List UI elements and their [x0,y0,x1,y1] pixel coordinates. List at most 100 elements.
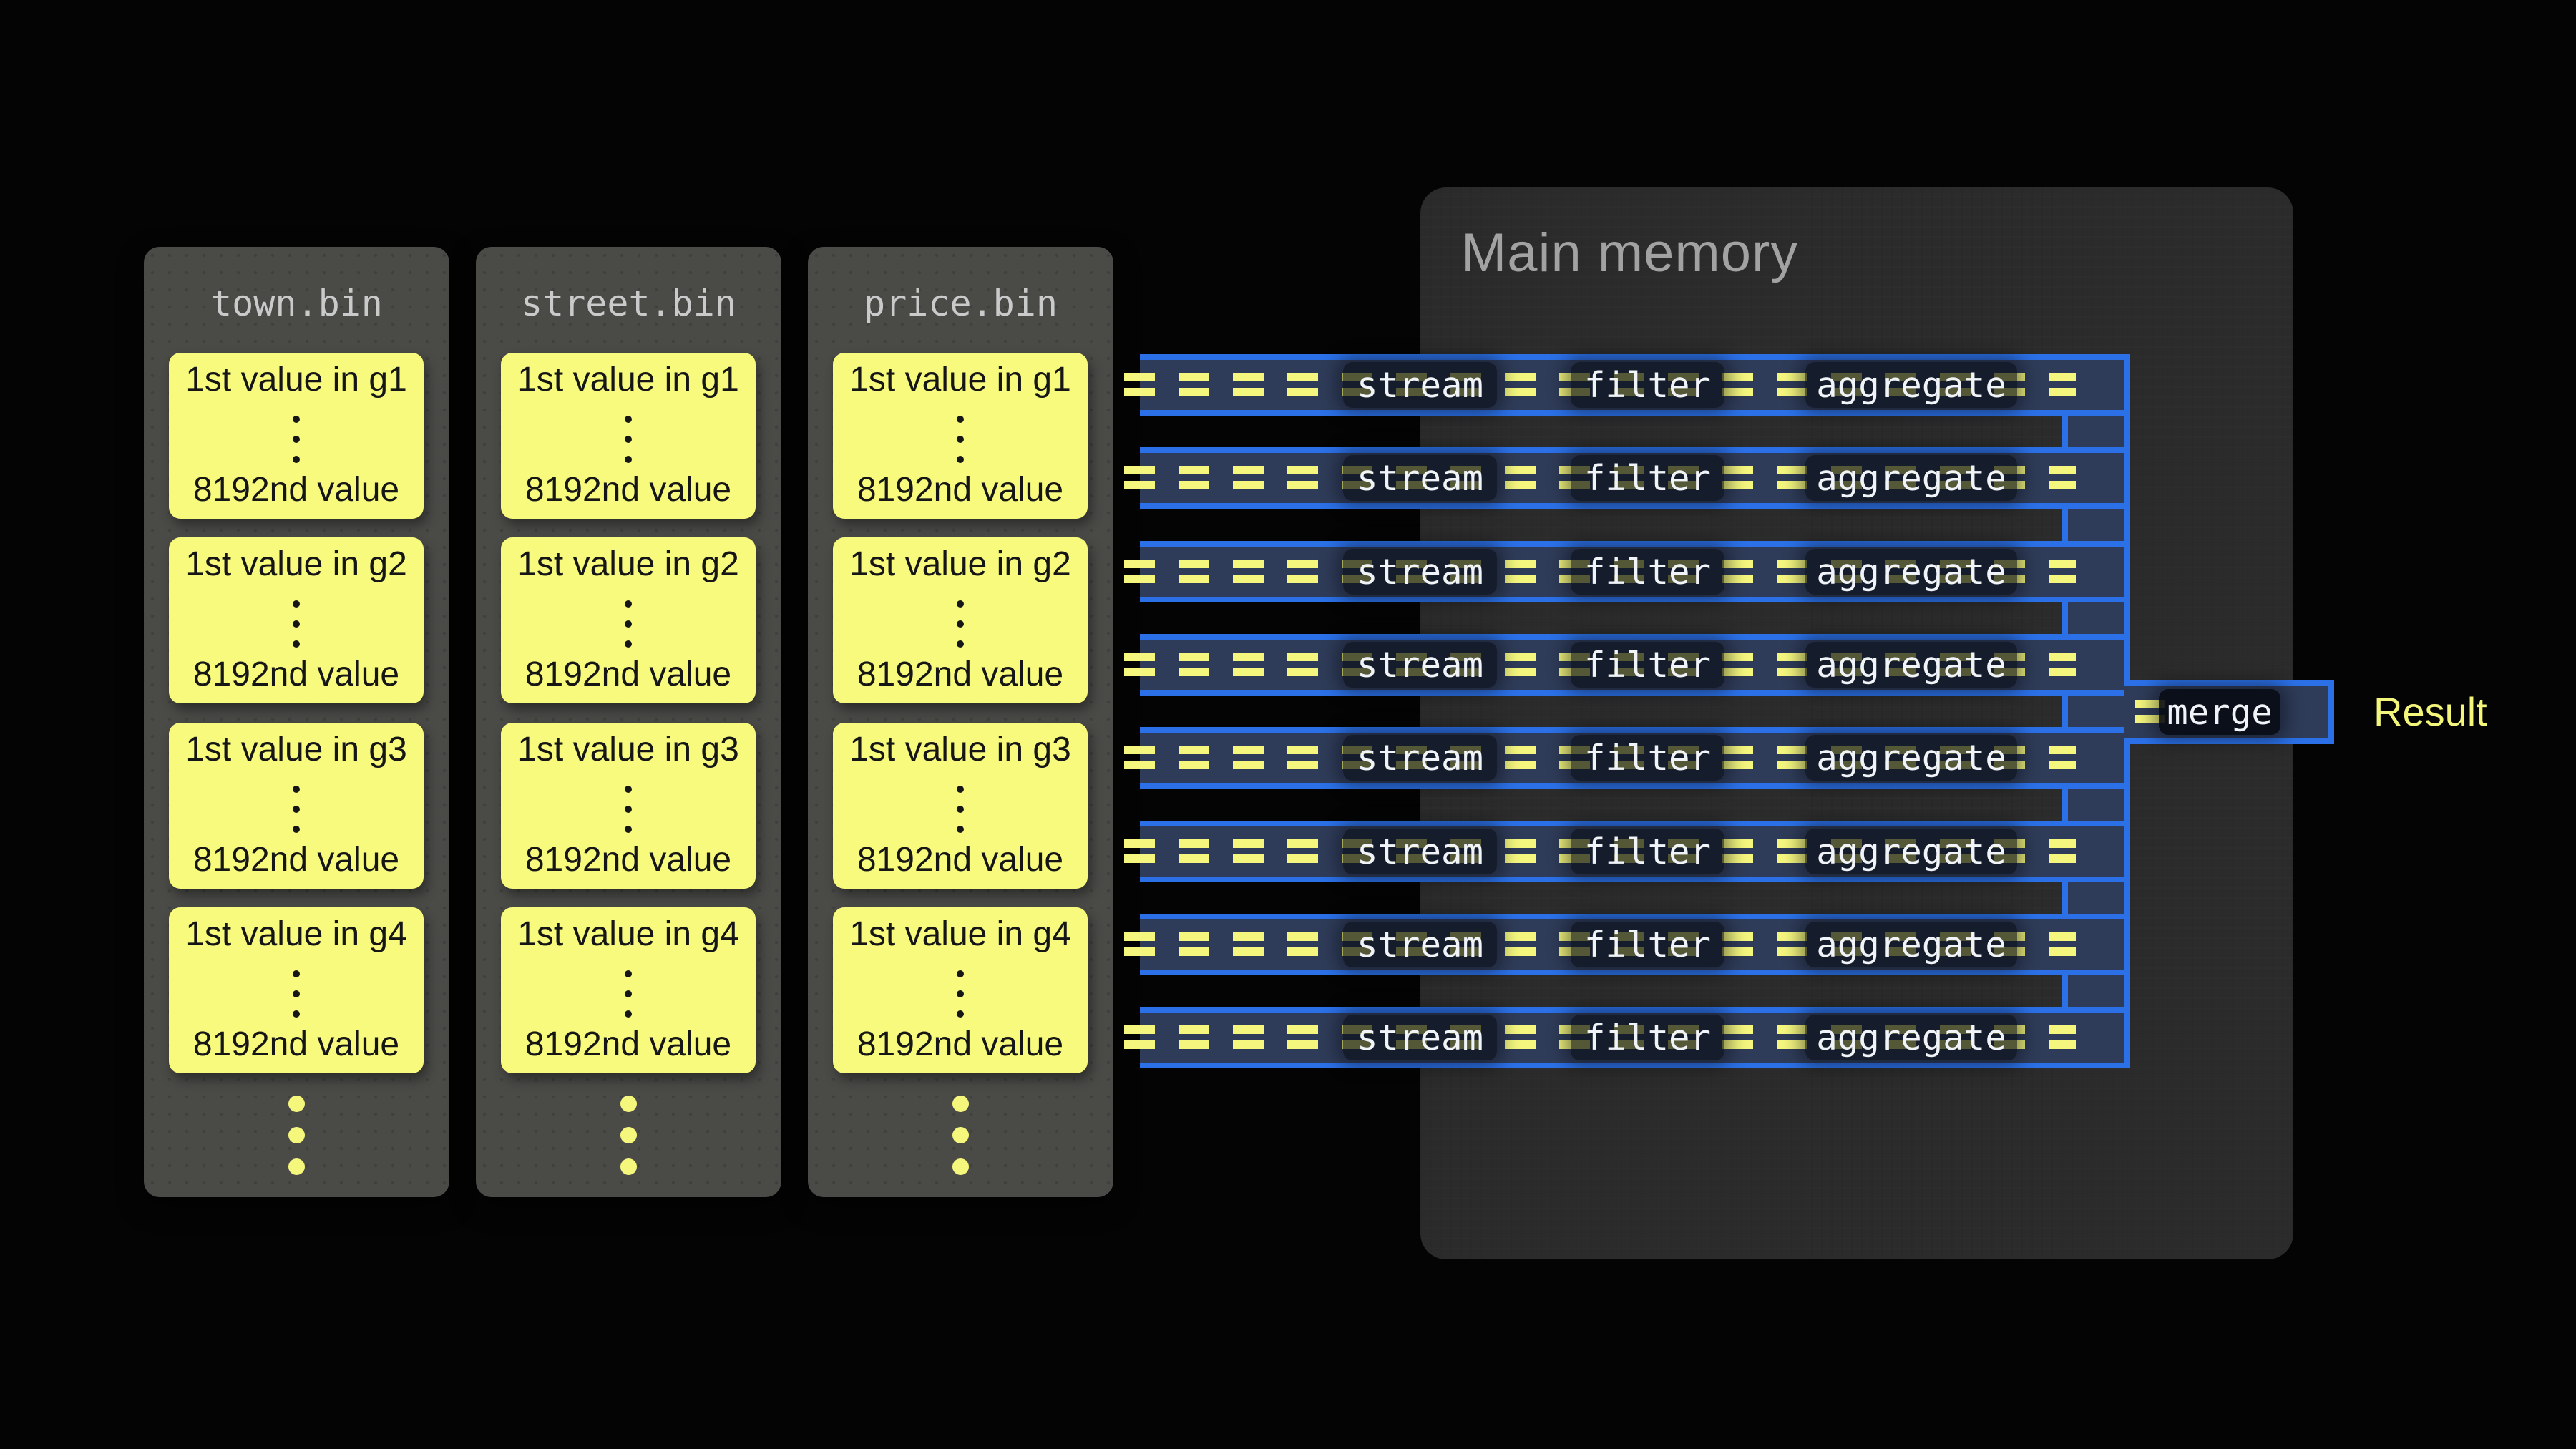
stage-label: filter [1584,461,1711,496]
stage-label: filter [1584,648,1711,683]
group-first-value: 1st value in g1 [501,361,756,399]
pipeline-lane: stream filter aggregate [1140,634,2130,696]
group-first-value: 1st value in g4 [169,916,424,953]
group-last-value: 8192nd value [833,472,1088,509]
more-groups-ellipsis-dots [620,1096,637,1112]
stage-box-filter: filter [1571,735,1724,781]
lane-gap-border [2062,416,2068,447]
group-last-value: 8192nd value [501,1026,756,1063]
stage-box-filter: filter [1571,362,1724,408]
container-right-border [2124,738,2130,1068]
vertical-ellipsis-dots [293,786,300,793]
stage-label: aggregate [1816,648,2006,683]
lane-gap-border [2062,975,2068,1007]
file-panel-street: street.bin 1st value in g1 8192nd value … [476,247,781,1197]
pipeline-spine [2068,509,2130,541]
pipeline-lane: stream filter aggregate [1140,914,2130,975]
pipeline-spine [2068,696,2130,727]
value-group-box: 1st value in g1 8192nd value [501,353,756,519]
file-panel-price: price.bin 1st value in g1 8192nd value 1… [808,247,1113,1197]
vertical-ellipsis-dots [293,416,300,423]
pipeline-spine [2068,882,2130,914]
result-label: Result [2373,686,2487,738]
stage-box-aggregate: aggregate [1805,642,2017,688]
stage-label: stream [1357,1020,1483,1055]
stage-box-aggregate: aggregate [1805,922,2017,967]
stage-box-aggregate: aggregate [1805,829,2017,874]
stage-label: aggregate [1816,834,2006,869]
value-group-box: 1st value in g2 8192nd value [169,537,424,703]
container-right-border [2124,354,2130,686]
group-last-value: 8192nd value [833,841,1088,879]
pipeline-lane: stream filter aggregate [1140,727,2130,789]
file-panel-town: town.bin 1st value in g1 8192nd value 1s… [144,247,449,1197]
stage-box-stream: stream [1343,642,1497,688]
group-last-value: 8192nd value [833,656,1088,693]
stage-box-aggregate: aggregate [1805,735,2017,781]
stage-label: filter [1584,368,1711,403]
lane-gap-border [2062,602,2068,634]
stage-label: stream [1357,461,1483,496]
stage-label: filter [1584,927,1711,962]
value-group-box: 1st value in g4 8192nd value [501,907,756,1073]
vertical-ellipsis-dots [957,416,964,423]
pipeline-spine [2068,602,2130,634]
stage-box-stream: stream [1343,922,1497,967]
stage-box-aggregate: aggregate [1805,455,2017,501]
value-group-box: 1st value in g3 8192nd value [833,723,1088,889]
stage-label: filter [1584,741,1711,776]
stage-box-stream: stream [1343,362,1497,408]
group-first-value: 1st value in g3 [501,731,756,769]
group-first-value: 1st value in g1 [169,361,424,399]
vertical-ellipsis-dots [625,786,632,793]
lane-gap-border [2062,509,2068,541]
lane-gap-border [2062,789,2068,821]
merge-label: merge [2167,695,2273,730]
lane-gap-border [2062,696,2068,727]
value-group-box: 1st value in g2 8192nd value [501,537,756,703]
value-group-box: 1st value in g2 8192nd value [833,537,1088,703]
diagram-canvas: { "files": { "names": ["town.bin", "stre… [0,0,2576,1449]
stage-label: aggregate [1816,461,2006,496]
pipeline-lane: stream filter aggregate [1140,541,2130,602]
stage-box-stream: stream [1343,1015,1497,1060]
stage-label: stream [1357,927,1483,962]
more-groups-ellipsis-dots [288,1096,305,1112]
stage-label: aggregate [1816,368,2006,403]
pipeline-lane: stream filter aggregate [1140,821,2130,882]
group-last-value: 8192nd value [501,472,756,509]
stage-box-filter: filter [1571,455,1724,501]
pipeline-lane: stream filter aggregate [1140,447,2130,509]
value-group-box: 1st value in g3 8192nd value [501,723,756,889]
group-first-value: 1st value in g4 [833,916,1088,953]
group-last-value: 8192nd value [169,1026,424,1063]
main-memory-title: Main memory [1461,218,1798,289]
group-last-value: 8192nd value [169,841,424,879]
group-first-value: 1st value in g2 [169,546,424,583]
group-last-value: 8192nd value [501,656,756,693]
stage-label: aggregate [1816,1020,2006,1055]
vertical-ellipsis-dots [957,600,964,608]
group-first-value: 1st value in g1 [833,361,1088,399]
more-groups-ellipsis-dots [952,1096,969,1112]
pipeline-spine [2068,975,2130,1007]
pipeline-spine [2068,416,2130,447]
value-group-box: 1st value in g3 8192nd value [169,723,424,889]
group-first-value: 1st value in g2 [833,546,1088,583]
vertical-ellipsis-dots [293,970,300,977]
stage-box-filter: filter [1571,642,1724,688]
vertical-ellipsis-dots [625,600,632,608]
value-group-box: 1st value in g1 8192nd value [833,353,1088,519]
pipeline-spine [2068,789,2130,821]
merge-band: merge [2124,680,2334,744]
stage-box-filter: filter [1571,829,1724,874]
group-first-value: 1st value in g3 [833,731,1088,769]
stage-box-stream: stream [1343,829,1497,874]
stage-label: aggregate [1816,555,2006,590]
stage-label: filter [1584,1020,1711,1055]
stage-box-aggregate: aggregate [1805,1015,2017,1060]
merge-box: merge [2159,689,2280,735]
stage-box-aggregate: aggregate [1805,362,2017,408]
stage-box-filter: filter [1571,922,1724,967]
file-name: street.bin [476,283,781,324]
